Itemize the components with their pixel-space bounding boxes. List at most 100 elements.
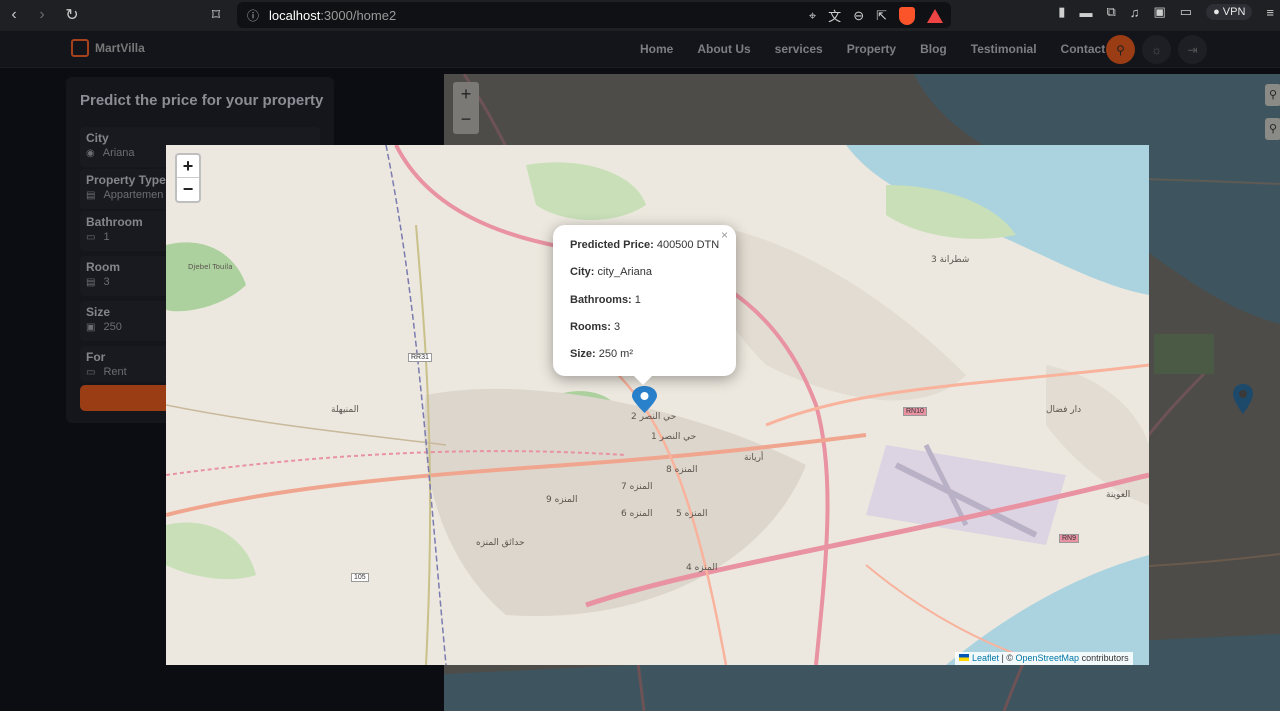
close-icon[interactable]: × [721,228,728,242]
extensions-puzzle-icon[interactable]: ⧉ [1106,4,1115,20]
url-path: :3000/home2 [320,7,397,23]
osm-link[interactable]: OpenStreetMap [1016,653,1080,663]
map-label: دار فضال [1046,405,1082,415]
extension-icon-2[interactable]: ▬ [1079,5,1092,20]
zoom-icon[interactable]: ⊖ [853,8,864,24]
map-attribution: Leaflet | © OpenStreetMap contributors [955,652,1133,665]
menu-services[interactable]: services [775,42,823,56]
menu-blog[interactable]: Blog [920,42,947,56]
extension-icon[interactable]: ▮ [1058,4,1065,20]
search-button[interactable]: ⚲ [1106,35,1135,64]
theme-toggle[interactable]: ☼ [1142,35,1171,64]
map-label: المنزه 4 [686,563,718,573]
background-zoom-control[interactable]: + − [453,82,479,134]
bath-icon: ▭ [86,231,96,243]
popup-price-label: Predicted Price: [570,239,654,251]
bg-zoom-out[interactable]: − [453,107,479,132]
site-info-icon[interactable]: ⓘ [247,7,269,24]
prediction-popup: Predicted Price: 400500 DTN City: city_A… [553,225,736,376]
map-label: حدائق المنزه [476,538,525,548]
url-text: localhost:3000/home2 [269,8,396,23]
bookmark-icon[interactable]: ⌑ [202,3,230,27]
brave-rewards-icon[interactable] [927,8,943,23]
map-zoom-control: + − [175,153,201,203]
map-label: أريانة [744,453,764,463]
form-title: Predict the price for your property [80,92,324,109]
map-label: Djebel Touila [188,263,233,271]
popup-size-label: Size: [570,348,596,361]
map-label: العوينة [1106,490,1131,500]
road-shield: RN9 [1059,534,1080,543]
media-icon[interactable]: ♫ [1130,5,1140,20]
menu-icon[interactable]: ≡ [1266,5,1274,20]
field-label: City [86,131,109,145]
map-label: المنزه 8 [666,465,698,475]
brand-logo[interactable]: MartVilla [71,39,145,57]
field-value: 250 [103,321,122,333]
popup-bath-label: Bathrooms: [570,293,632,306]
popup-rooms-value: 3 [614,320,621,333]
tag-icon: ▭ [86,366,96,378]
forward-icon[interactable]: › [28,3,56,27]
address-bar[interactable]: ⓘ localhost:3000/home2 ⌖ 文 ⊖ ⇱ [237,2,951,28]
vpn-button[interactable]: ● VPN [1206,4,1253,20]
leaflet-link[interactable]: Leaflet [972,653,999,663]
zoom-in-button[interactable]: + [177,155,199,178]
popup-bath-row: Bathrooms: 1 [570,294,736,321]
popup-city-row: City: city_Ariana [570,266,736,293]
login-button[interactable]: ⇥ [1178,35,1207,64]
road-shield: 105 [351,573,369,582]
road-shield: RN10 [903,407,927,416]
popup-size-value: 250 m² [598,348,633,361]
room-icon: ▤ [86,276,96,288]
main-menu: Home About Us services Property Blog Tes… [640,42,1129,56]
vpn-label: VPN [1222,6,1246,18]
ukraine-flag-icon [959,654,969,661]
bg-zoom-in[interactable]: + [453,82,479,107]
field-value: 3 [103,276,110,288]
location-pin-icon: ◉ [86,147,95,159]
menu-about[interactable]: About Us [697,42,750,56]
bg-search-tool-2[interactable]: ⚲ [1265,118,1280,140]
popup-tip [633,375,653,385]
house-icon [71,39,89,57]
map-label: المنيهلة [331,405,359,415]
sidebar-icon[interactable]: ▣ [1153,4,1165,20]
wallet-icon[interactable]: ▭ [1180,4,1192,20]
share-icon[interactable]: ⇱ [876,8,887,24]
field-value: Rent [103,366,127,378]
reload-icon[interactable]: ↻ [58,3,86,27]
menu-property[interactable]: Property [847,42,896,56]
map-label: المنزه 7 [621,482,653,492]
map-label: المنزه 6 [621,509,653,519]
search-icon: ⚲ [1116,42,1125,57]
map-label: المنزه 9 [546,495,578,505]
back-icon[interactable]: ‹ [0,3,28,27]
map-label: حي النصر 1 [651,432,697,442]
browser-toolbar: ‹ › ↻ ⌑ ⓘ localhost:3000/home2 ⌖ 文 ⊖ ⇱ ▮… [0,0,1280,31]
location-icon[interactable]: ⌖ [809,8,816,24]
popup-city-label: City: [570,266,595,279]
login-icon: ⇥ [1187,42,1198,57]
popup-size-row: Size: 250 m² [570,348,736,375]
field-value: 1 [103,231,110,243]
menu-contact[interactable]: Contact [1061,42,1106,56]
map-label: المنزه 5 [676,509,708,519]
bg-map-marker-icon[interactable] [1232,383,1254,420]
zoom-out-button[interactable]: − [177,178,199,201]
attribution-sep: | © [999,653,1016,663]
menu-home[interactable]: Home [640,42,673,56]
search-icon: ⚲ [1268,89,1278,101]
map-marker-icon[interactable] [631,385,658,420]
translate-icon[interactable]: 文 [828,6,841,25]
brave-shields-icon[interactable] [899,6,915,25]
popup-city-value: city_Ariana [597,266,652,279]
popup-rooms-row: Rooms: 3 [570,321,736,348]
field-value: Appartemen [103,189,164,201]
popup-bath-value: 1 [634,293,641,306]
bg-search-tool[interactable]: ⚲ [1265,84,1280,106]
map-label: شطرانة 3 [931,255,970,265]
size-icon: ▣ [86,321,96,333]
menu-testimonial[interactable]: Testimonial [971,42,1037,56]
road-shield: RR31 [408,353,432,362]
